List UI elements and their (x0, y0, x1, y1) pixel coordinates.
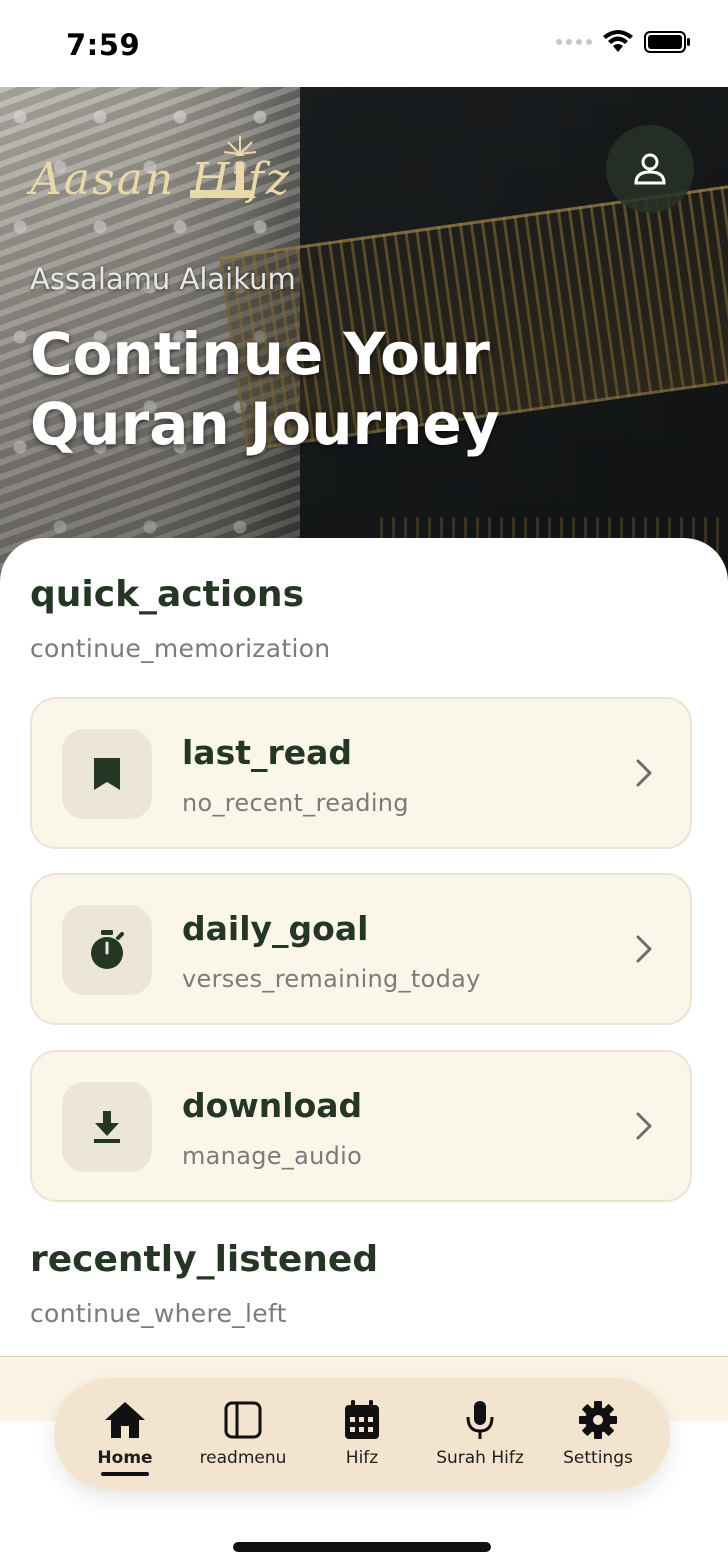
hero-title: Continue Your Quran Journey (30, 320, 500, 458)
wifi-icon (603, 30, 633, 52)
card-title: daily_goal (182, 909, 369, 948)
user-icon (634, 153, 666, 185)
card-title: last_read (182, 733, 353, 772)
tab-surah-hifz[interactable]: Surah Hifz (421, 1378, 539, 1490)
logo-text: Aasan Hifz (30, 154, 292, 205)
tab-label: readmenu (199, 1448, 287, 1468)
hero-banner: Aasan Hifz Assalamu Alaikum Continue You… (0, 87, 728, 587)
card-icon-box (62, 1082, 152, 1172)
tab-readmenu[interactable]: readmenu (184, 1378, 302, 1490)
last-read-card[interactable]: last_read no_recent_reading (30, 697, 692, 849)
download-card[interactable]: download manage_audio (30, 1050, 692, 1202)
card-icon-box (62, 729, 152, 819)
card-title: download (182, 1086, 363, 1125)
status-icons (556, 30, 692, 54)
app-logo: Aasan Hifz (30, 132, 310, 212)
tab-home[interactable]: Home (66, 1378, 184, 1490)
recently-listened-subtitle: continue_where_left (30, 1299, 287, 1328)
daily-goal-card[interactable]: daily_goal verses_remaining_today (30, 873, 692, 1025)
home-icon (105, 1402, 145, 1438)
card-subtitle: verses_remaining_today (182, 965, 481, 993)
tab-label: Home (97, 1448, 153, 1468)
greeting-text: Assalamu Alaikum (30, 262, 296, 296)
bookmark-icon (94, 758, 120, 790)
chevron-right-icon (636, 935, 652, 963)
cellular-signal-icon (556, 39, 592, 45)
timer-icon (91, 930, 124, 969)
home-indicator (233, 1542, 491, 1552)
card-subtitle: manage_audio (182, 1142, 363, 1170)
chevron-right-icon (636, 1112, 652, 1140)
calendar-icon (345, 1400, 379, 1439)
battery-icon (644, 31, 690, 53)
tab-settings[interactable]: Settings (539, 1378, 657, 1490)
tab-label: Settings (563, 1448, 633, 1468)
microphone-icon (466, 1401, 494, 1439)
recently-listened-title: recently_listened (30, 1239, 379, 1280)
bottom-tab-bar: Home readmenu Hifz Surah Hifz Settings (54, 1378, 670, 1490)
tab-label: Surah Hifz (436, 1448, 524, 1468)
card-icon-box (62, 905, 152, 995)
active-tab-indicator (101, 1472, 149, 1476)
gear-icon (579, 1401, 617, 1439)
tab-label: Hifz (345, 1448, 379, 1468)
download-icon (94, 1111, 120, 1143)
quick-actions-subtitle: continue_memorization (30, 634, 331, 663)
card-subtitle: no_recent_reading (182, 789, 409, 817)
chevron-right-icon (636, 759, 652, 787)
status-bar: 7:59 (0, 0, 728, 87)
status-time: 7:59 (66, 28, 141, 62)
quick-actions-title: quick_actions (30, 574, 304, 615)
profile-button[interactable] (606, 125, 694, 213)
book-panel-icon (224, 1401, 262, 1439)
tab-hifz[interactable]: Hifz (303, 1378, 421, 1490)
